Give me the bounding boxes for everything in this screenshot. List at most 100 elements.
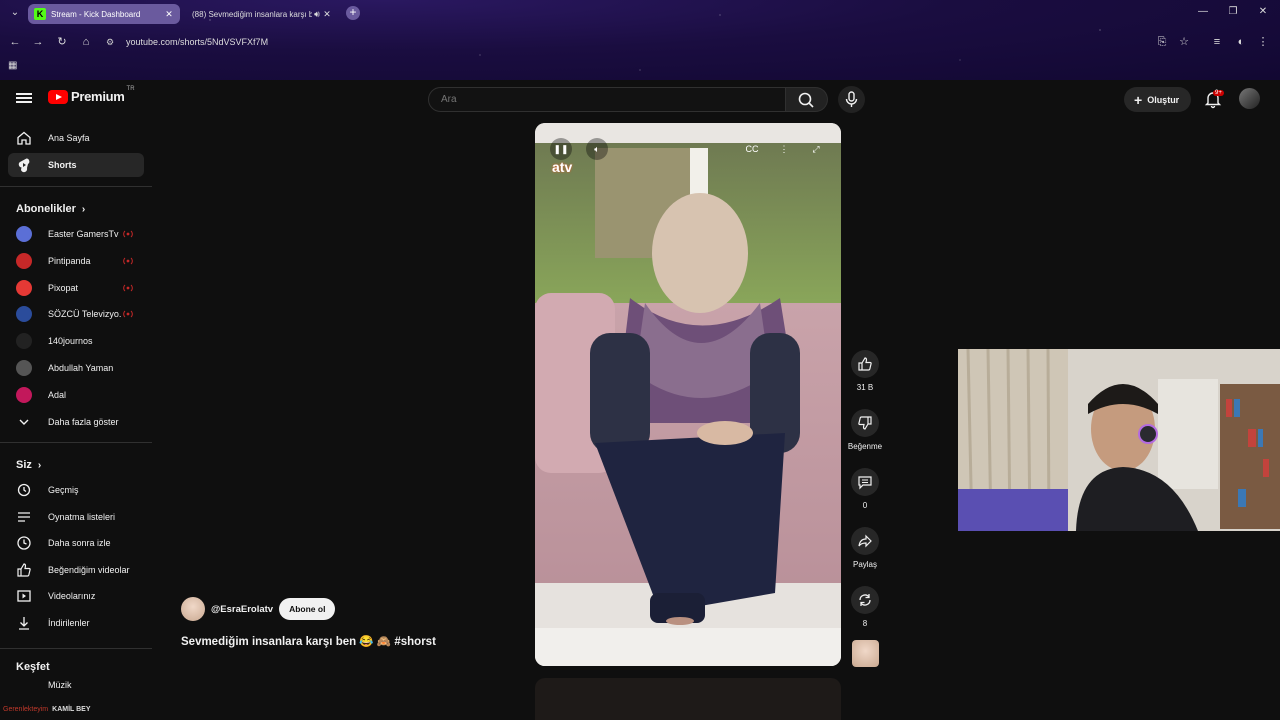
sidebar-item-shorts[interactable]: Shorts: [8, 153, 144, 177]
shorts-player[interactable]: ❚❚ 🔈︎ CC ⋮ ⤢ atv: [535, 123, 841, 666]
speaker-icon[interactable]: 🔊︎: [312, 9, 322, 20]
browser-chrome: ⌄ K Stream - Kick Dashboard ✕ (88) Sevme…: [0, 0, 1280, 96]
channel-avatar-image: [16, 226, 32, 242]
voice-search-button[interactable]: [838, 86, 865, 113]
browser-menu-icon[interactable]: ⋮: [1256, 35, 1270, 49]
sidebar-item-watch-later[interactable]: Daha sonra izle: [8, 531, 144, 555]
overlay-red-text: Gerenlekteyim: [3, 705, 49, 713]
shorts-icon: [16, 157, 32, 173]
sidebar-item-channel[interactable]: Adal: [8, 383, 144, 407]
search-input[interactable]: [429, 88, 785, 111]
chevron-right-icon: ›: [37, 459, 42, 471]
channel-avatar-image: [16, 360, 32, 376]
hamburger-menu-icon[interactable]: [16, 91, 32, 107]
download-icon: [16, 615, 32, 631]
explore-heading: Keşfet: [16, 661, 50, 673]
create-button[interactable]: + Oluştur: [1124, 87, 1192, 112]
share-icon: [851, 527, 879, 555]
like-button[interactable]: 31 B: [845, 350, 885, 392]
fullscreen-icon[interactable]: ⤢: [805, 138, 827, 160]
dislike-label: Beğenme: [847, 442, 883, 451]
volume-icon[interactable]: 🔈︎: [586, 138, 608, 160]
notifications-button[interactable]: 9+: [1202, 88, 1224, 110]
more-options-icon[interactable]: ⋮: [773, 138, 795, 160]
channel-avatar-image: [16, 279, 32, 296]
dislike-button[interactable]: Beğenme: [845, 409, 885, 451]
close-icon[interactable]: ✕: [322, 9, 332, 20]
sidebar-item-home[interactable]: Ana Sayfa: [8, 126, 144, 150]
thumbs-down-icon: [851, 409, 879, 437]
tab-search-icon[interactable]: ⌄: [8, 6, 22, 20]
sidebar-item-channel[interactable]: Pixopat: [8, 276, 144, 300]
channel-handle[interactable]: @EsraErolatv: [211, 604, 273, 615]
sidebar-divider: [0, 648, 152, 649]
sidebar-item-channel[interactable]: SÖZCÜ Televizyo...: [8, 302, 144, 326]
new-tab-button[interactable]: +: [346, 6, 360, 20]
bookmark-star-icon[interactable]: ☆: [1177, 35, 1191, 49]
subscribe-button[interactable]: Abone ol: [279, 598, 336, 620]
sidebar-item-channel[interactable]: Abdullah Yaman: [8, 356, 144, 380]
search-icon: [798, 92, 814, 108]
tab-youtube-short[interactable]: (88) Sevmediğim insanlara karşı ben 🔊︎ ✕: [186, 4, 338, 96]
kick-icon: K: [34, 8, 46, 20]
you-heading[interactable]: Siz ›: [16, 459, 41, 471]
sidebar-item-channel[interactable]: 140journos: [8, 329, 144, 353]
sidebar-item-channel[interactable]: Pintipanda: [8, 249, 144, 273]
forward-icon[interactable]: →: [31, 35, 45, 49]
apps-grid-icon[interactable]: ▦: [8, 60, 20, 72]
short-title: Sevmediğim insanlara karşı ben 😂 🙈 #shor…: [181, 636, 436, 648]
comments-button[interactable]: 0: [845, 468, 885, 510]
streamer-webcam: [958, 349, 1280, 531]
next-short-preview[interactable]: [535, 678, 841, 720]
thumbs-up-icon: [851, 350, 879, 378]
channel-avatar: [16, 252, 32, 269]
sidebar-item-music[interactable]: Müzik: [8, 680, 144, 688]
reload-icon[interactable]: ↻: [55, 35, 69, 49]
sidebar-item-channel[interactable]: Easter GamersTv: [8, 222, 144, 246]
music-icon: [16, 680, 32, 688]
plus-icon: +: [1134, 91, 1143, 108]
sidebar-item-history[interactable]: Geçmiş: [8, 478, 144, 502]
back-icon[interactable]: ←: [8, 35, 22, 49]
sidebar-item-label: Pintipanda: [48, 255, 91, 266]
share-button[interactable]: Paylaş: [845, 527, 885, 569]
maximize-icon[interactable]: ❐: [1226, 6, 1240, 17]
chevron-down-icon: [16, 414, 32, 430]
home-icon[interactable]: ⌂: [79, 35, 93, 49]
you-heading-label: Siz: [16, 459, 32, 471]
media-controls-icon[interactable]: ≡: [1210, 35, 1224, 49]
install-app-icon[interactable]: ⎘: [1155, 35, 1169, 49]
show-more-label: Daha fazla göster: [48, 417, 119, 427]
subscriptions-heading[interactable]: Abonelikler ›: [16, 203, 85, 215]
playlist-icon: [16, 509, 32, 525]
channel-avatar[interactable]: [181, 597, 205, 621]
minimize-icon[interactable]: —: [1196, 6, 1210, 17]
close-icon[interactable]: ✕: [164, 9, 174, 20]
account-avatar[interactable]: [1239, 88, 1260, 109]
captions-icon[interactable]: CC: [741, 138, 763, 160]
profile-icon[interactable]: ◐: [1234, 35, 1248, 49]
sidebar-item-download[interactable]: İndirilenler: [8, 611, 144, 635]
watch-later-icon: [16, 535, 32, 551]
channel-avatar-image: [16, 386, 32, 403]
sidebar-item-your-videos[interactable]: Videolarınız: [8, 584, 144, 608]
show-more-button[interactable]: Daha fazla göster: [8, 410, 144, 434]
sidebar-item-like[interactable]: Beğendiğim videolar: [8, 558, 144, 582]
site-info-icon[interactable]: ⚙: [104, 37, 116, 48]
sidebar-item-label: 140journos: [48, 336, 93, 347]
address-bar[interactable]: ⚙ youtube.com/shorts/5NdVSVFXf7M: [104, 31, 1204, 53]
search-box: [428, 87, 786, 112]
subscriptions-heading-label: Abonelikler: [16, 203, 76, 215]
sound-thumbnail[interactable]: [845, 640, 885, 667]
pause-icon[interactable]: ❚❚: [550, 138, 572, 160]
sidebar-item-playlist[interactable]: Oynatma listeleri: [8, 505, 144, 529]
microphone-icon: [845, 91, 858, 107]
channel-avatar: [16, 360, 32, 376]
search-button[interactable]: [786, 87, 828, 112]
channel-avatar: [16, 386, 32, 403]
window-close-icon[interactable]: ✕: [1256, 6, 1270, 17]
youtube-premium-logo[interactable]: Premium TR: [48, 86, 135, 104]
sidebar-item-label: Abdullah Yaman: [48, 363, 114, 373]
remix-button[interactable]: 8: [845, 586, 885, 628]
tab-kick-dashboard[interactable]: K Stream - Kick Dashboard ✕: [28, 4, 180, 24]
